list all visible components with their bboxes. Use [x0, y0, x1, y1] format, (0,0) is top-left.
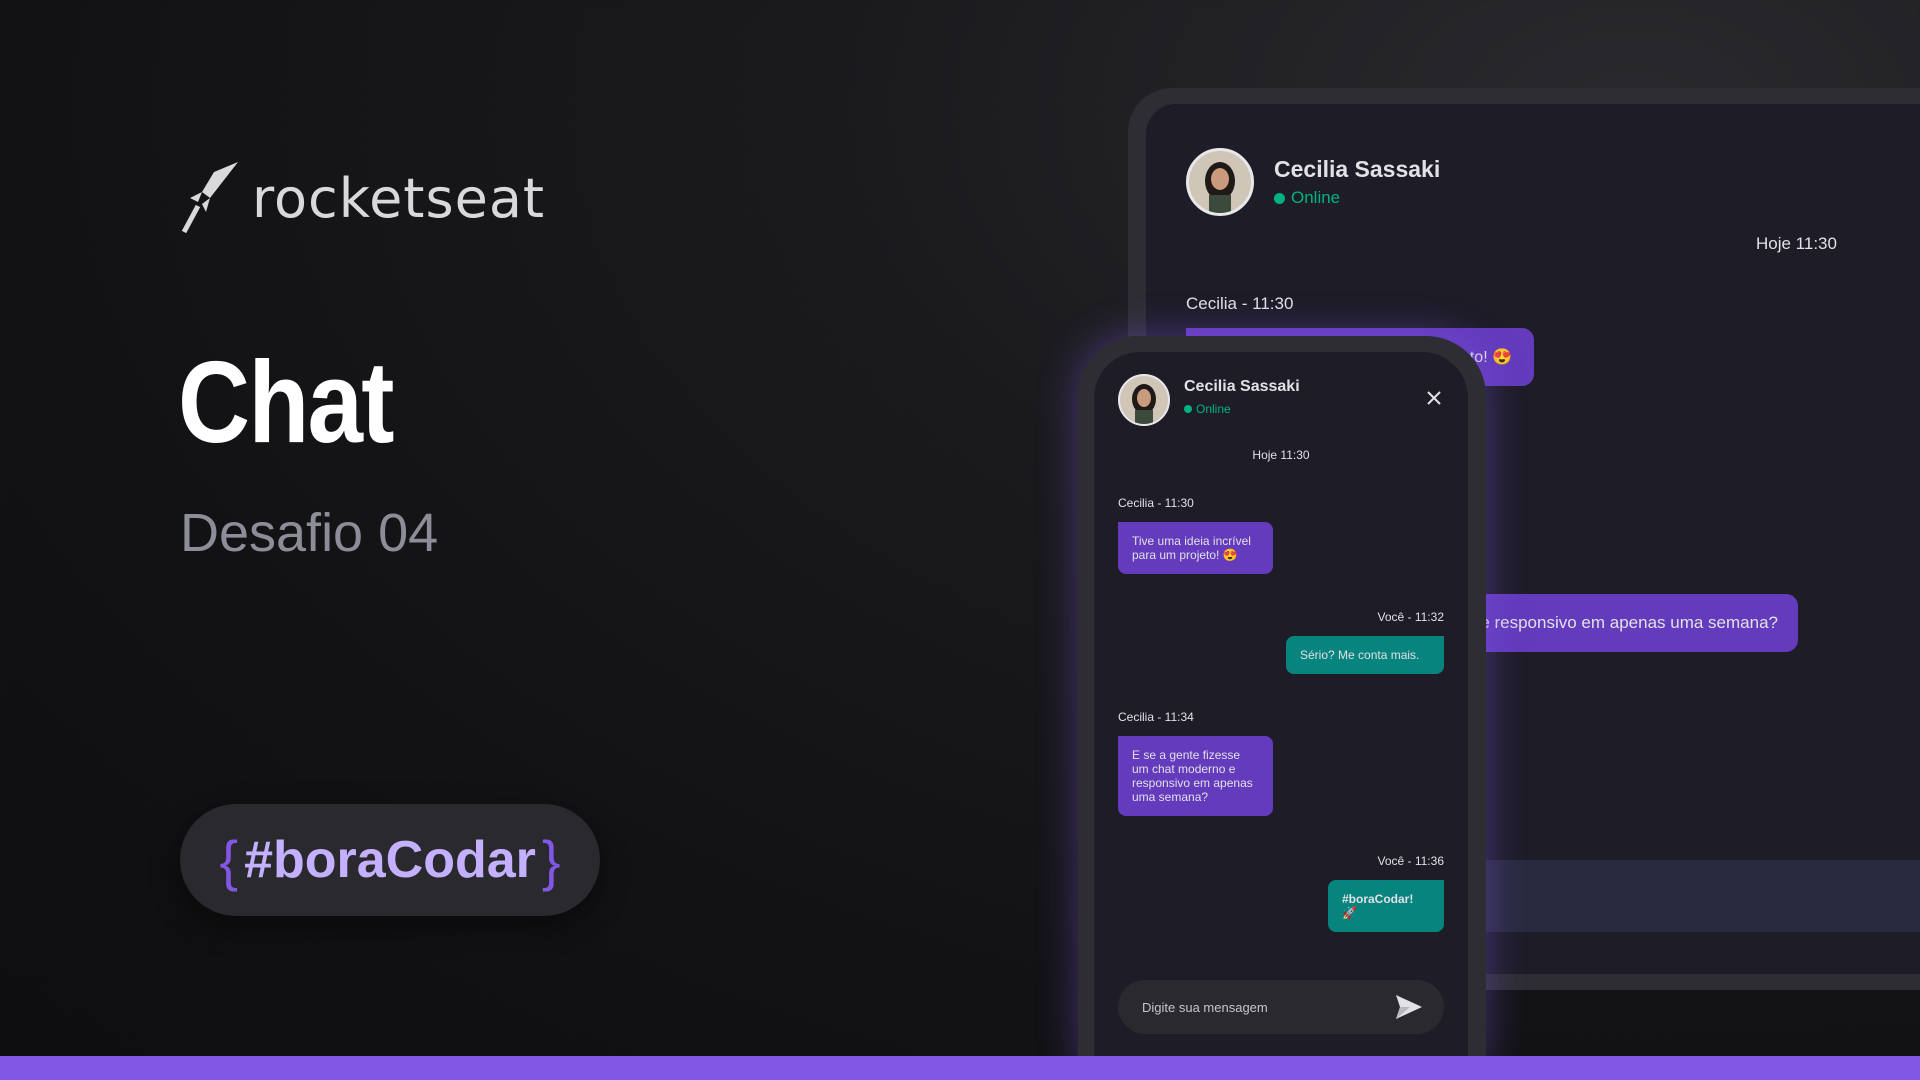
brace-open: { [219, 828, 239, 892]
status-badge: Online [1184, 402, 1231, 416]
bottom-accent-bar [0, 1056, 1920, 1080]
hashtag-text: #boraCodar [244, 831, 536, 889]
phone-chat-screen: Cecilia Sassaki Online Hoje 11:30 Cecili… [1094, 352, 1468, 1080]
contact-name: Cecilia Sassaki [1184, 378, 1300, 395]
message-bubble: Tive uma ideia incrível para um projeto!… [1118, 522, 1273, 574]
avatar-image [1120, 376, 1168, 424]
message-bubble: Sério? Me conta mais. [1286, 636, 1444, 674]
page-subtitle: Desafio 04 [180, 503, 439, 563]
brace-close: } [541, 828, 561, 892]
message-sender-label: Cecilia - 11:30 [1186, 294, 1294, 313]
message-input-bar [1426, 860, 1920, 932]
date-divider: Hoje 11:30 [1756, 234, 1837, 253]
brand-logo: rocketseat [180, 162, 545, 234]
avatar [1186, 148, 1254, 216]
hashtag-badge: { #boraCodar } [180, 804, 600, 916]
page-title: Chat [178, 337, 395, 467]
avatar [1118, 374, 1170, 426]
online-dot-icon [1274, 192, 1285, 204]
brand-name: rocketseat [252, 166, 546, 230]
message-bubble: #boraCodar! 🚀 [1328, 880, 1444, 932]
online-dot-icon [1184, 405, 1192, 413]
avatar-image [1189, 151, 1251, 213]
close-icon[interactable] [1424, 388, 1444, 408]
message-bubble: E se a gente fizesse um chat moderno e r… [1118, 736, 1273, 816]
message-sender-label: Cecilia - 11:30 [1118, 496, 1194, 510]
rocket-icon [181, 162, 238, 234]
contact-name: Cecilia Sassaki [1274, 156, 1441, 182]
message-input[interactable] [1142, 999, 1362, 1015]
send-icon[interactable] [1396, 995, 1422, 1019]
message-sender-label: Você - 11:32 [1377, 610, 1445, 624]
message-input-container [1118, 980, 1444, 1034]
status-badge: Online [1274, 188, 1340, 208]
status-text: Online [1196, 402, 1231, 416]
status-text: Online [1291, 188, 1341, 207]
date-divider: Hoje 11:30 [1252, 448, 1310, 462]
message-sender-label: Você - 11:36 [1377, 854, 1445, 868]
message-sender-label: Cecilia - 11:34 [1118, 710, 1194, 724]
